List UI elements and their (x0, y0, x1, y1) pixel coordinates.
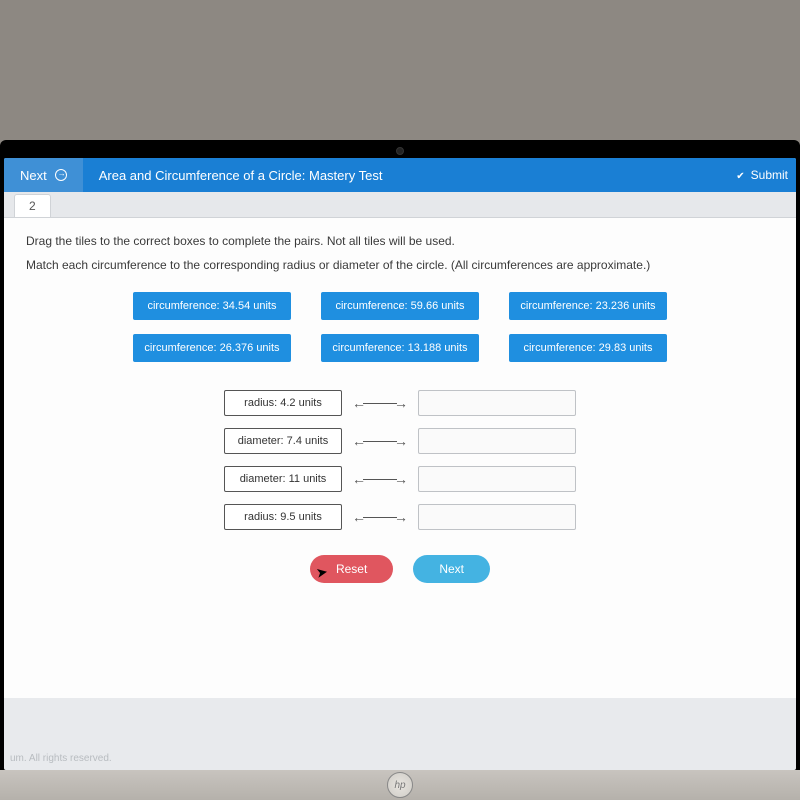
draggable-tile[interactable]: circumference: 29.83 units (509, 334, 667, 362)
drop-target[interactable] (418, 466, 576, 492)
match-row: radius: 9.5 units (224, 504, 576, 530)
match-label: radius: 4.2 units (224, 390, 342, 416)
question-tabs: 2 (4, 192, 796, 218)
tile-bank: circumference: 34.54 units circumference… (26, 292, 774, 362)
drop-target[interactable] (418, 504, 576, 530)
match-row: diameter: 11 units (224, 466, 576, 492)
tab-question-2[interactable]: 2 (14, 194, 51, 217)
check-icon (736, 168, 744, 182)
double-arrow-icon (352, 434, 408, 448)
footer-text: um. All rights reserved. (10, 753, 112, 764)
laptop-hinge: hp (0, 770, 800, 800)
draggable-tile[interactable]: circumference: 13.188 units (321, 334, 479, 362)
laptop-frame: Next Area and Circumference of a Circle:… (0, 0, 800, 800)
submit-label: Submit (751, 168, 788, 182)
question-content: Drag the tiles to the correct boxes to c… (4, 218, 796, 698)
hp-logo-icon: hp (387, 772, 413, 798)
match-row: diameter: 7.4 units (224, 428, 576, 454)
double-arrow-icon (352, 396, 408, 410)
draggable-tile[interactable]: circumference: 23.236 units (509, 292, 667, 320)
match-label: diameter: 11 units (224, 466, 342, 492)
header-bar: Next Area and Circumference of a Circle:… (4, 158, 796, 192)
next-nav-label: Next (20, 168, 47, 183)
match-label: diameter: 7.4 units (224, 428, 342, 454)
tile-row: circumference: 26.376 units circumferenc… (133, 334, 667, 362)
screen: Next Area and Circumference of a Circle:… (4, 158, 796, 770)
drop-target[interactable] (418, 428, 576, 454)
action-buttons: Reset Next (26, 555, 774, 583)
draggable-tile[interactable]: circumference: 59.66 units (321, 292, 479, 320)
next-button[interactable]: Next (413, 555, 490, 583)
screen-bezel: Next Area and Circumference of a Circle:… (0, 140, 800, 770)
draggable-tile[interactable]: circumference: 34.54 units (133, 292, 291, 320)
arrow-circle-icon (55, 169, 67, 181)
instruction-line1: Drag the tiles to the correct boxes to c… (26, 234, 774, 248)
instruction-line2: Match each circumference to the correspo… (26, 258, 774, 272)
next-nav-button[interactable]: Next (4, 158, 83, 192)
double-arrow-icon (352, 472, 408, 486)
matching-area: radius: 4.2 units diameter: 7.4 units di… (26, 390, 774, 530)
match-label: radius: 9.5 units (224, 504, 342, 530)
submit-button[interactable]: Submit (728, 168, 796, 182)
page-title: Area and Circumference of a Circle: Mast… (83, 168, 729, 183)
cursor-icon: ➤ (315, 563, 330, 582)
match-row: radius: 4.2 units (224, 390, 576, 416)
drop-target[interactable] (418, 390, 576, 416)
tile-row: circumference: 34.54 units circumference… (133, 292, 667, 320)
draggable-tile[interactable]: circumference: 26.376 units (133, 334, 291, 362)
webcam (396, 147, 404, 155)
double-arrow-icon (352, 510, 408, 524)
